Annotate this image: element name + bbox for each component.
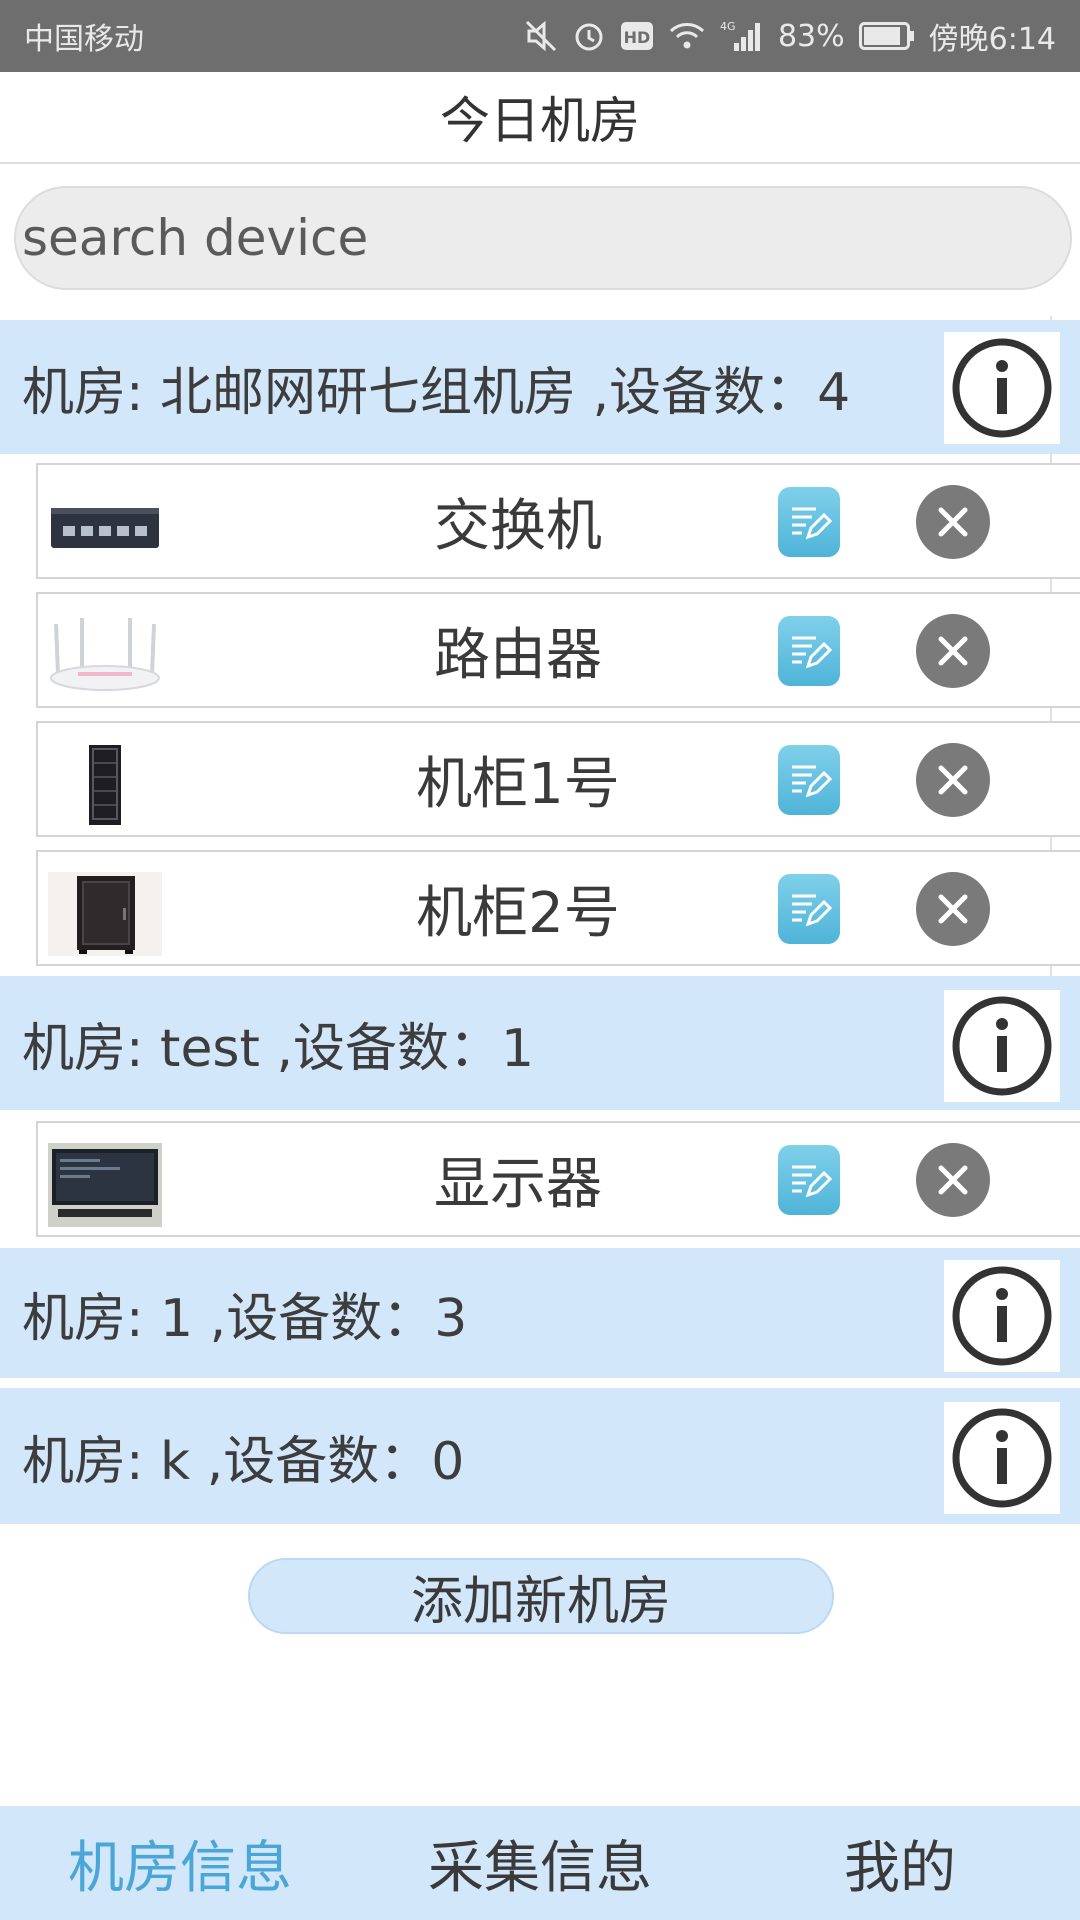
edit-button[interactable] — [778, 874, 840, 944]
room-info-button[interactable] — [944, 1260, 1060, 1372]
carrier-label: 中国移动 — [24, 22, 144, 57]
edit-icon — [792, 1165, 832, 1198]
battery-icon — [858, 22, 915, 50]
switch-thumbnail — [48, 485, 162, 569]
device-row[interactable]: 机柜2号 — [36, 850, 1080, 966]
monitor-thumbnail — [48, 1143, 162, 1227]
edit-button[interactable] — [778, 616, 840, 686]
bottom-nav: 机房信息 采集信息 我的 — [0, 1806, 1080, 1920]
edit-icon — [792, 507, 832, 540]
alarm-icon — [572, 19, 606, 53]
search-bar[interactable] — [14, 186, 1072, 290]
delete-button[interactable] — [916, 614, 990, 688]
wifi-icon — [668, 21, 706, 51]
svg-text:HD: HD — [624, 28, 651, 47]
edit-icon — [792, 636, 832, 669]
room-title: 机房: 北邮网研七组机房 ,设备数：4 — [22, 362, 851, 423]
status-indicators: HD 4G 83% 傍晚6:14 — [524, 14, 1056, 58]
device-row[interactable]: 机柜1号 — [36, 721, 1080, 837]
device-name: 显示器 — [434, 1151, 602, 1217]
nav-item-mine[interactable]: 我的 — [720, 1823, 1080, 1904]
room-title: 机房: test ,设备数：1 — [22, 1018, 535, 1079]
delete-button[interactable] — [916, 485, 990, 559]
nav-item-collect-info[interactable]: 采集信息 — [360, 1823, 720, 1904]
close-icon — [938, 765, 968, 795]
hd-icon: HD — [620, 21, 654, 51]
edit-button[interactable] — [778, 1145, 840, 1215]
delete-button[interactable] — [916, 872, 990, 946]
clock: 傍晚6:14 — [928, 22, 1056, 57]
cellular-signal-icon: 4G — [720, 19, 764, 53]
device-name: 机柜1号 — [416, 751, 620, 817]
edit-icon — [792, 894, 832, 927]
device-row[interactable]: 显示器 — [36, 1121, 1080, 1237]
delete-button[interactable] — [916, 743, 990, 817]
page-title: 今日机房 — [440, 92, 640, 150]
room-info-button[interactable] — [944, 1402, 1060, 1514]
device-name: 交换机 — [434, 493, 602, 559]
close-icon — [938, 894, 968, 924]
room-title: 机房: 1 ,设备数：3 — [22, 1288, 468, 1349]
room-info-button[interactable] — [944, 990, 1060, 1102]
close-icon — [938, 507, 968, 537]
room-header-4[interactable]: 机房: k ,设备数：0 — [0, 1388, 1080, 1524]
edit-icon — [792, 765, 832, 798]
cabinet-thumbnail — [48, 872, 162, 956]
rack-cabinet-thumbnail — [48, 743, 162, 827]
delete-button[interactable] — [916, 1143, 990, 1217]
room-header-3[interactable]: 机房: 1 ,设备数：3 — [0, 1248, 1080, 1378]
info-icon — [952, 1408, 1052, 1508]
mute-icon — [524, 19, 558, 53]
room-header-1[interactable]: 机房: 北邮网研七组机房 ,设备数：4 — [0, 320, 1080, 454]
room-title: 机房: k ,设备数：0 — [22, 1431, 465, 1492]
room-header-2[interactable]: 机房: test ,设备数：1 — [0, 976, 1080, 1110]
device-row[interactable]: 路由器 — [36, 592, 1080, 708]
close-icon — [938, 1165, 968, 1195]
edit-button[interactable] — [778, 745, 840, 815]
page-title-bar: 今日机房 — [0, 72, 1080, 164]
battery-percent: 83% — [777, 18, 845, 54]
device-name: 机柜2号 — [416, 880, 620, 946]
info-icon — [952, 996, 1052, 1096]
add-room-button[interactable]: 添加新机房 — [248, 1558, 834, 1634]
info-icon — [952, 1266, 1052, 1366]
room-info-button[interactable] — [944, 332, 1060, 444]
router-thumbnail — [48, 614, 162, 698]
device-name: 路由器 — [434, 622, 602, 688]
search-input[interactable] — [20, 208, 1070, 268]
device-row[interactable]: 交换机 — [36, 463, 1080, 579]
edit-button[interactable] — [778, 487, 840, 557]
info-icon — [952, 338, 1052, 438]
svg-text:4G: 4G — [720, 20, 736, 33]
status-bar: 中国移动 HD 4G 83% 傍晚6:14 — [0, 0, 1080, 72]
nav-item-room-info[interactable]: 机房信息 — [0, 1823, 360, 1904]
close-icon — [938, 636, 968, 666]
